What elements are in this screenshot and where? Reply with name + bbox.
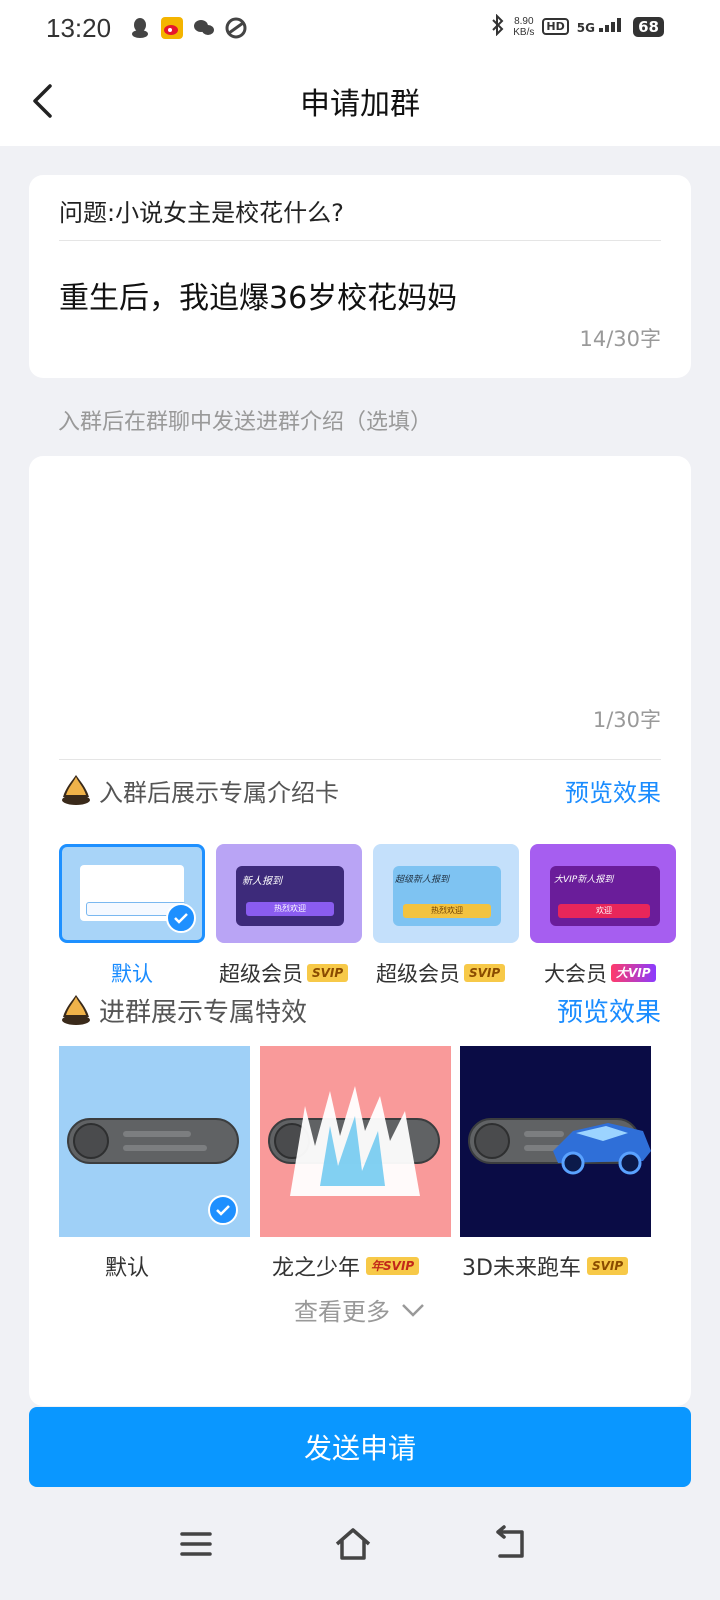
card-banner-button: 热烈欢迎	[403, 904, 491, 918]
qq-icon	[129, 17, 151, 39]
back-button[interactable]	[18, 76, 68, 126]
preview-link[interactable]: 预览效果	[565, 773, 661, 808]
status-time: 13:20	[46, 12, 112, 43]
intro-card-svip-2[interactable]: 超级新人报到 热烈欢迎	[373, 844, 519, 943]
intro-textarea[interactable]	[59, 476, 661, 696]
intro-card-label: 超级会员 SVIP	[219, 958, 349, 988]
card-banner-text: 超级新人报到	[395, 875, 450, 885]
svip-badge: SVIP	[586, 1257, 629, 1275]
section-title: 进群展示专属特效	[99, 997, 308, 1028]
question-card: 问题:小说女主是校花什么? 重生后，我追爆36岁校花妈妈 14/30字	[29, 175, 691, 378]
crown-icon	[62, 995, 90, 1025]
effect-preview-pill	[67, 1118, 239, 1164]
see-more-label: 查看更多	[294, 1298, 390, 1326]
send-request-button[interactable]: 发送申请	[29, 1407, 691, 1487]
pill-line	[123, 1145, 207, 1151]
divider	[59, 240, 661, 241]
effect-dragon[interactable]	[260, 1046, 451, 1237]
bluetooth-icon	[491, 13, 505, 39]
chevron-down-icon	[402, 1303, 424, 1317]
effect-3d-car[interactable]	[460, 1046, 651, 1237]
ice-effect-icon	[290, 1086, 420, 1196]
avatar-icon	[474, 1123, 510, 1159]
hd-badge: HD	[542, 18, 569, 35]
intro-card-svip-1[interactable]: 新人报到 热烈欢迎	[216, 844, 362, 943]
effect-default[interactable]	[59, 1046, 250, 1237]
selected-check-icon	[208, 1195, 238, 1225]
label-text: 超级会员	[376, 962, 460, 986]
speed-unit: KB/s	[513, 26, 535, 38]
see-more-button[interactable]: 查看更多	[0, 1292, 720, 1327]
card-banner-text: 大VIP新人报到	[554, 875, 614, 885]
effect-label: 龙之少年 年SVIP	[272, 1250, 420, 1282]
status-right: 8.90 KB/s HD 5G 68	[491, 13, 664, 39]
card-banner-button: 欢迎	[558, 904, 650, 918]
label-text: 3D未来跑车	[462, 1256, 581, 1281]
pill-line	[123, 1131, 191, 1137]
big-vip-badge: 大VIP	[611, 964, 656, 982]
notification-icons	[129, 17, 247, 39]
selected-check-icon	[166, 903, 196, 933]
weibo-icon	[161, 17, 184, 39]
intro-card-label: 超级会员 SVIP	[376, 958, 506, 988]
intro-card-section-header: 入群后展示专属介绍卡 预览效果	[59, 768, 661, 812]
section-title: 入群后展示专属介绍卡	[99, 778, 339, 807]
intro-char-count: 1/30字	[592, 708, 661, 732]
annual-svip-badge: 年SVIP	[366, 1257, 420, 1275]
game-icon	[225, 17, 247, 39]
question-label: 问题:小说女主是校花什么?	[59, 199, 344, 227]
intro-card-default[interactable]	[59, 844, 205, 943]
network-type: 5G	[577, 18, 625, 35]
signal-icon	[599, 18, 622, 32]
crown-icon	[62, 775, 90, 805]
effects-list: 默认 龙之少年 年SVIP 3D未来跑车 SVIP	[59, 1046, 659, 1286]
network-label: 5G	[576, 21, 595, 35]
chevron-left-icon	[33, 84, 52, 118]
speed-value: 8.90	[514, 15, 534, 27]
battery-indicator: 68	[633, 16, 664, 37]
card-banner-button: 热烈欢迎	[246, 902, 334, 916]
intro-card-label: 默认	[111, 962, 153, 986]
back-nav-icon[interactable]	[490, 1524, 530, 1564]
intro-hint: 入群后在群聊中发送进群介绍（选填）	[58, 410, 433, 435]
intro-card-list[interactable]: 默认 新人报到 热烈欢迎 超级会员 SVIP 超级新人报到 热烈欢迎 超级会员 …	[59, 844, 691, 994]
intro-card-big-vip[interactable]: 大VIP新人报到 欢迎	[530, 844, 676, 943]
page-title: 申请加群	[300, 87, 420, 122]
divider	[59, 759, 661, 760]
menu-icon[interactable]	[176, 1524, 216, 1564]
intro-card-panel: 1/30字 入群后展示专属介绍卡 预览效果 默认 新人报到 热烈欢迎 超级会员 …	[29, 456, 691, 1406]
card-preview: 新人报到 热烈欢迎	[236, 866, 344, 926]
home-icon[interactable]	[333, 1524, 373, 1564]
svip-badge: SVIP	[464, 964, 506, 982]
system-nav-bar	[0, 1524, 720, 1584]
effect-label: 3D未来跑车 SVIP	[462, 1250, 629, 1282]
label-text: 超级会员	[219, 962, 303, 986]
label-text: 大会员	[544, 962, 607, 986]
car-icon	[553, 1123, 651, 1175]
card-preview: 超级新人报到 热烈欢迎	[393, 866, 501, 926]
answer-input[interactable]: 重生后，我追爆36岁校花妈妈	[59, 273, 457, 317]
status-bar: 13:20 8.90 KB/s HD 5G 68	[0, 0, 720, 56]
card-preview: 大VIP新人报到 欢迎	[550, 866, 660, 926]
intro-card-label: 大会员 大VIP	[544, 958, 656, 988]
answer-char-count: 14/30字	[579, 327, 661, 351]
effects-section-header: 进群展示专属特效 预览效果	[59, 988, 661, 1032]
preview-link[interactable]: 预览效果	[557, 992, 661, 1029]
card-banner-text: 新人报到	[242, 876, 282, 887]
navigation-bar: 申请加群	[0, 56, 720, 146]
svip-badge: SVIP	[307, 964, 349, 982]
avatar-icon	[73, 1123, 109, 1159]
effect-label: 默认	[105, 1256, 150, 1281]
wechat-icon	[193, 17, 215, 39]
network-speed: 8.90 KB/s	[513, 16, 534, 38]
label-text: 龙之少年	[272, 1256, 361, 1281]
